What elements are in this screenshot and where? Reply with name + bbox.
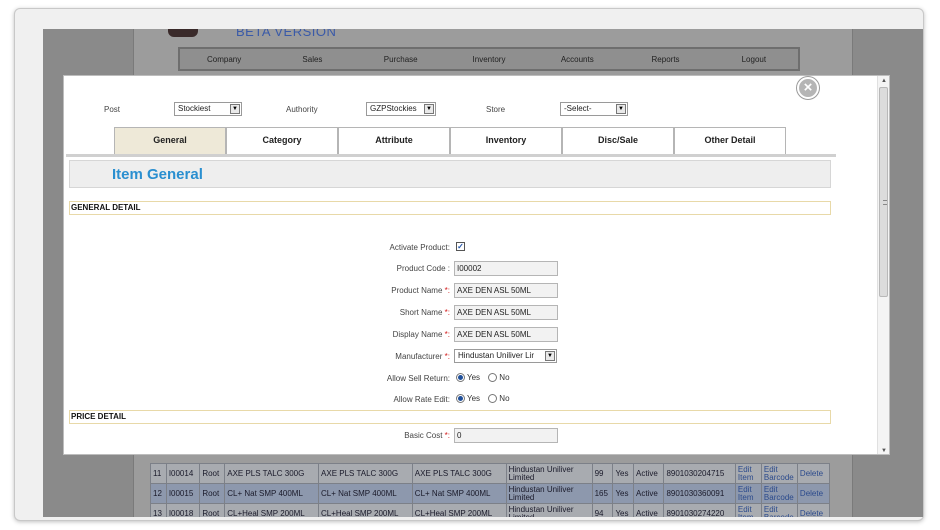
product-code-row: Product Code : I00002 [64, 261, 844, 277]
sell-return-no-option[interactable]: No [488, 373, 510, 382]
table-row: 13 I00018 Root CL+Heal SMP 200ML CL+Heal… [150, 503, 831, 517]
close-icon[interactable]: × [797, 77, 819, 99]
general-detail-header: GENERAL DETAIL [69, 201, 831, 215]
radio-empty-icon [488, 394, 498, 403]
tab-general[interactable]: General [114, 127, 226, 155]
activate-product-checkbox[interactable]: ✓ [456, 242, 465, 251]
table-row: 11 I00014 Root AXE PLS TALC 300G AXE PLS… [150, 463, 831, 484]
chevron-down-icon: ▼ [230, 104, 240, 114]
delete-link[interactable]: Delete [796, 463, 831, 484]
nav-sales[interactable]: Sales [268, 55, 356, 64]
allow-rate-edit-label: Allow Rate Edit: [393, 395, 450, 404]
product-code-label: Product Code : [396, 264, 450, 273]
nav-company[interactable]: Company [180, 55, 268, 64]
edit-item-link[interactable]: Edit Item [734, 503, 762, 517]
short-name-label: Short Name *: [399, 308, 450, 317]
radio-selected-icon [456, 394, 465, 403]
allow-rate-edit-row: Allow Rate Edit: Yes No [64, 392, 844, 408]
radio-selected-icon [456, 373, 465, 382]
rate-edit-yes-option[interactable]: Yes [456, 394, 480, 403]
tab-attribute[interactable]: Attribute [338, 127, 450, 155]
authority-label: Authority [286, 105, 318, 114]
section-header: Item General [69, 160, 831, 188]
product-name-input[interactable]: AXE DEN ASL 50ML [454, 283, 558, 298]
manufacturer-row: Manufacturer *: Hindustan Uniliver Lir ▼ [64, 349, 844, 365]
store-select[interactable]: -Select- ▼ [560, 102, 628, 116]
basic-cost-row: Basic Cost *: 0 [64, 428, 844, 444]
short-name-input[interactable]: AXE DEN ASL 50ML [454, 305, 558, 320]
display-name-input[interactable]: AXE DEN ASL 50ML [454, 327, 558, 342]
tab-inventory[interactable]: Inventory [450, 127, 562, 155]
chevron-down-icon: ▼ [545, 351, 555, 361]
display-name-label: Display Name *: [392, 330, 450, 339]
activate-product-label: Activate Product: [389, 243, 450, 252]
tab-disc-sale[interactable]: Disc/Sale [562, 127, 674, 155]
basic-cost-label: Basic Cost *: [404, 431, 450, 440]
edit-item-link[interactable]: Edit Item [734, 463, 762, 484]
activate-product-row: Activate Product: ✓ [64, 240, 844, 256]
scroll-up-icon[interactable]: ▲ [878, 76, 889, 86]
delete-link[interactable]: Delete [796, 483, 831, 504]
edit-barcode-link[interactable]: Edit Barcode [760, 483, 798, 504]
nav-logout[interactable]: Logout [710, 55, 798, 64]
filter-row: Post Stockiest ▼ Authority GZPStockies ▼… [64, 102, 844, 118]
chevron-down-icon: ▼ [616, 104, 626, 114]
edit-item-link[interactable]: Edit Item [734, 483, 762, 504]
allow-rate-edit-options: Yes No [456, 394, 516, 403]
store-label: Store [486, 105, 506, 114]
nav-accounts[interactable]: Accounts [533, 55, 621, 64]
radio-empty-icon [488, 373, 498, 382]
table-row: 12 I00015 Root CL+ Nat SMP 400ML CL+ Nat… [150, 483, 831, 504]
app-logo [168, 29, 198, 37]
tab-other-detail[interactable]: Other Detail [674, 127, 786, 155]
edit-barcode-link[interactable]: Edit Barcode [760, 463, 798, 484]
product-name-label: Product Name *: [391, 286, 450, 295]
dialog-scrollbar[interactable]: ▲ ▼ [877, 76, 889, 454]
rate-edit-no-option[interactable]: No [488, 394, 510, 403]
allow-sell-return-row: Allow Sell Return: Yes No [64, 371, 844, 387]
sell-return-yes-option[interactable]: Yes [456, 373, 480, 382]
manufacturer-select[interactable]: Hindustan Uniliver Lir ▼ [454, 349, 557, 363]
edit-barcode-link[interactable]: Edit Barcode [760, 503, 798, 517]
beta-version-label: BETA VERSION [236, 29, 337, 39]
allow-sell-return-label: Allow Sell Return: [386, 374, 450, 383]
short-name-row: Short Name *: AXE DEN ASL 50ML [64, 305, 844, 321]
main-nav: Company Sales Purchase Inventory Account… [178, 47, 800, 71]
item-dialog: × ▲ ▼ Post Stockiest ▼ Authority GZPStoc… [63, 75, 890, 455]
nav-inventory[interactable]: Inventory [445, 55, 533, 64]
tab-bar: General Category Attribute Inventory Dis… [114, 127, 786, 155]
section-title: Item General [112, 166, 203, 183]
product-name-row: Product Name *: AXE DEN ASL 50ML [64, 283, 844, 299]
manufacturer-label: Manufacturer *: [395, 352, 450, 361]
basic-cost-input[interactable]: 0 [454, 428, 558, 443]
post-select[interactable]: Stockiest ▼ [174, 102, 242, 116]
items-table: 11 I00014 Root AXE PLS TALC 300G AXE PLS… [150, 463, 831, 517]
scroll-down-icon[interactable]: ▼ [878, 446, 889, 454]
authority-select[interactable]: GZPStockies ▼ [366, 102, 436, 116]
nav-purchase[interactable]: Purchase [357, 55, 445, 64]
product-code-input[interactable]: I00002 [454, 261, 558, 276]
allow-sell-return-options: Yes No [456, 373, 516, 382]
nav-reports[interactable]: Reports [621, 55, 709, 64]
tab-divider [66, 154, 836, 157]
post-label: Post [104, 105, 121, 114]
delete-link[interactable]: Delete [796, 503, 831, 517]
tab-category[interactable]: Category [226, 127, 338, 155]
display-name-row: Display Name *: AXE DEN ASL 50ML [64, 327, 844, 343]
chevron-down-icon: ▼ [424, 104, 434, 114]
price-detail-header: PRICE DETAIL [69, 410, 831, 424]
scroll-thumb[interactable] [879, 87, 888, 297]
